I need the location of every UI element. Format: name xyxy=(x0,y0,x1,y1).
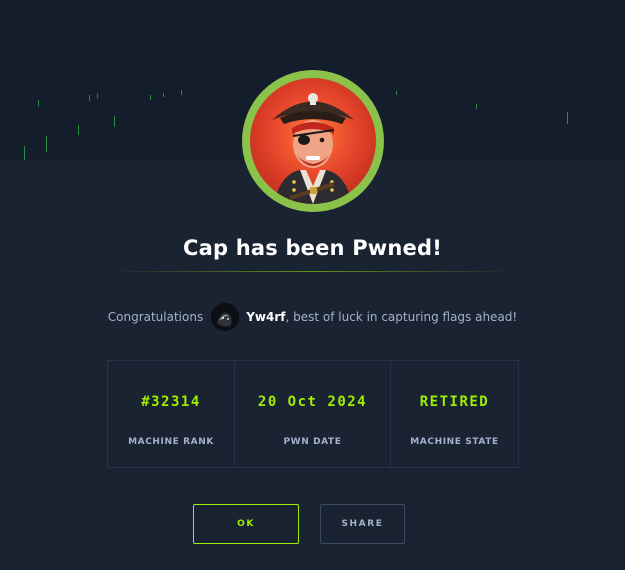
congrats-prefix: Congratulations xyxy=(107,310,204,324)
stat-label: PWN DATE xyxy=(283,437,342,447)
stat-value: 20 Oct 2024 xyxy=(257,394,368,410)
stat-machine-state: RETIRED MACHINE STATE xyxy=(390,361,518,467)
stat-label: MACHINE RANK xyxy=(128,437,214,447)
stat-machine-rank: #32314 MACHINE RANK xyxy=(108,361,234,467)
machine-avatar xyxy=(242,70,384,212)
dialog-title: Cap has been Pwned! xyxy=(182,236,443,260)
ok-button[interactable]: OK xyxy=(193,504,299,544)
pwned-dialog: Cap has been Pwned! Congratulations Yw4r… xyxy=(0,0,625,570)
stat-label: MACHINE STATE xyxy=(410,437,499,447)
congrats-message: Congratulations Yw4rf , best of luck in … xyxy=(0,303,625,331)
stat-pwn-date: 20 Oct 2024 PWN DATE xyxy=(234,361,390,467)
stat-value: #32314 xyxy=(141,394,201,410)
stats-panel: #32314 MACHINE RANK 20 Oct 2024 PWN DATE… xyxy=(107,360,519,468)
share-button[interactable]: SHARE xyxy=(320,504,405,544)
congrats-suffix: , best of luck in capturing flags ahead! xyxy=(285,310,518,324)
pirate-avatar-icon xyxy=(250,78,376,204)
username: Yw4rf xyxy=(246,310,286,324)
stat-value: RETIRED xyxy=(419,394,490,410)
title-divider xyxy=(110,271,515,272)
user-avatar xyxy=(211,303,240,331)
